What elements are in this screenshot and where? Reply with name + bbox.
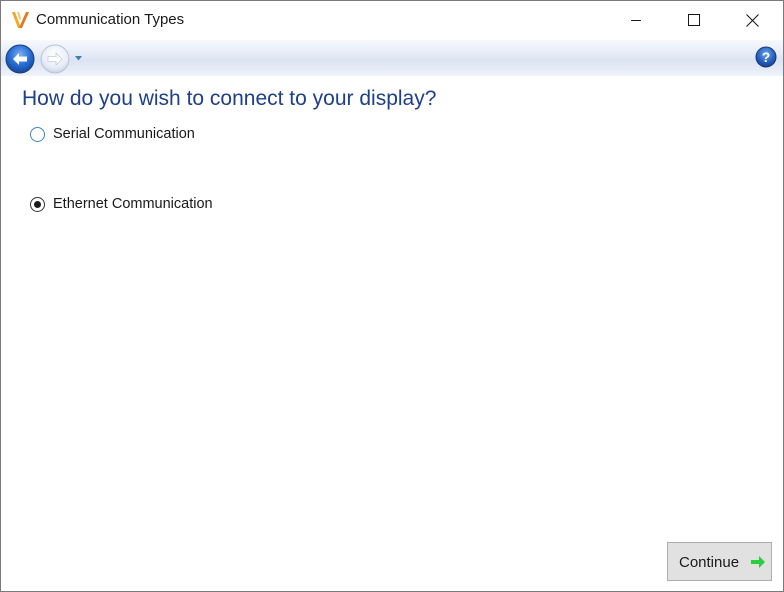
serial-option-label[interactable]: Serial Communication bbox=[53, 126, 195, 142]
minimize-icon bbox=[631, 20, 641, 21]
page-heading: How do you wish to connect to your displ… bbox=[22, 87, 437, 110]
help-icon[interactable]: ? bbox=[755, 46, 777, 68]
serial-radio-button[interactable] bbox=[30, 126, 45, 142]
continue-button-label: Continue bbox=[679, 554, 740, 571]
ethernet-radio-button[interactable] bbox=[30, 196, 45, 212]
svg-text:?: ? bbox=[762, 49, 771, 65]
ethernet-option-label[interactable]: Ethernet Communication bbox=[53, 196, 213, 212]
communication-types-window: Communication Types ? How do you wish to… bbox=[0, 0, 784, 592]
serial-communication-option[interactable]: Serial Communication bbox=[30, 126, 195, 142]
chevron-down-icon[interactable] bbox=[74, 54, 83, 62]
continue-button[interactable]: Continue bbox=[667, 542, 772, 581]
navigation-bar: ? bbox=[1, 40, 783, 76]
minimize-button[interactable] bbox=[613, 1, 659, 39]
window-title: Communication Types bbox=[36, 11, 185, 28]
v-logo-icon bbox=[12, 12, 29, 28]
green-arrow-right-icon bbox=[751, 556, 765, 568]
radio-selected-dot bbox=[34, 200, 41, 208]
ethernet-communication-option[interactable]: Ethernet Communication bbox=[30, 196, 213, 212]
title-bar: Communication Types bbox=[1, 1, 783, 40]
maximize-button[interactable] bbox=[671, 1, 717, 39]
back-arrow-icon[interactable] bbox=[5, 44, 35, 74]
close-button[interactable] bbox=[729, 1, 775, 39]
close-icon bbox=[745, 13, 759, 27]
maximize-icon bbox=[688, 14, 700, 26]
forward-arrow-icon[interactable] bbox=[40, 44, 70, 74]
